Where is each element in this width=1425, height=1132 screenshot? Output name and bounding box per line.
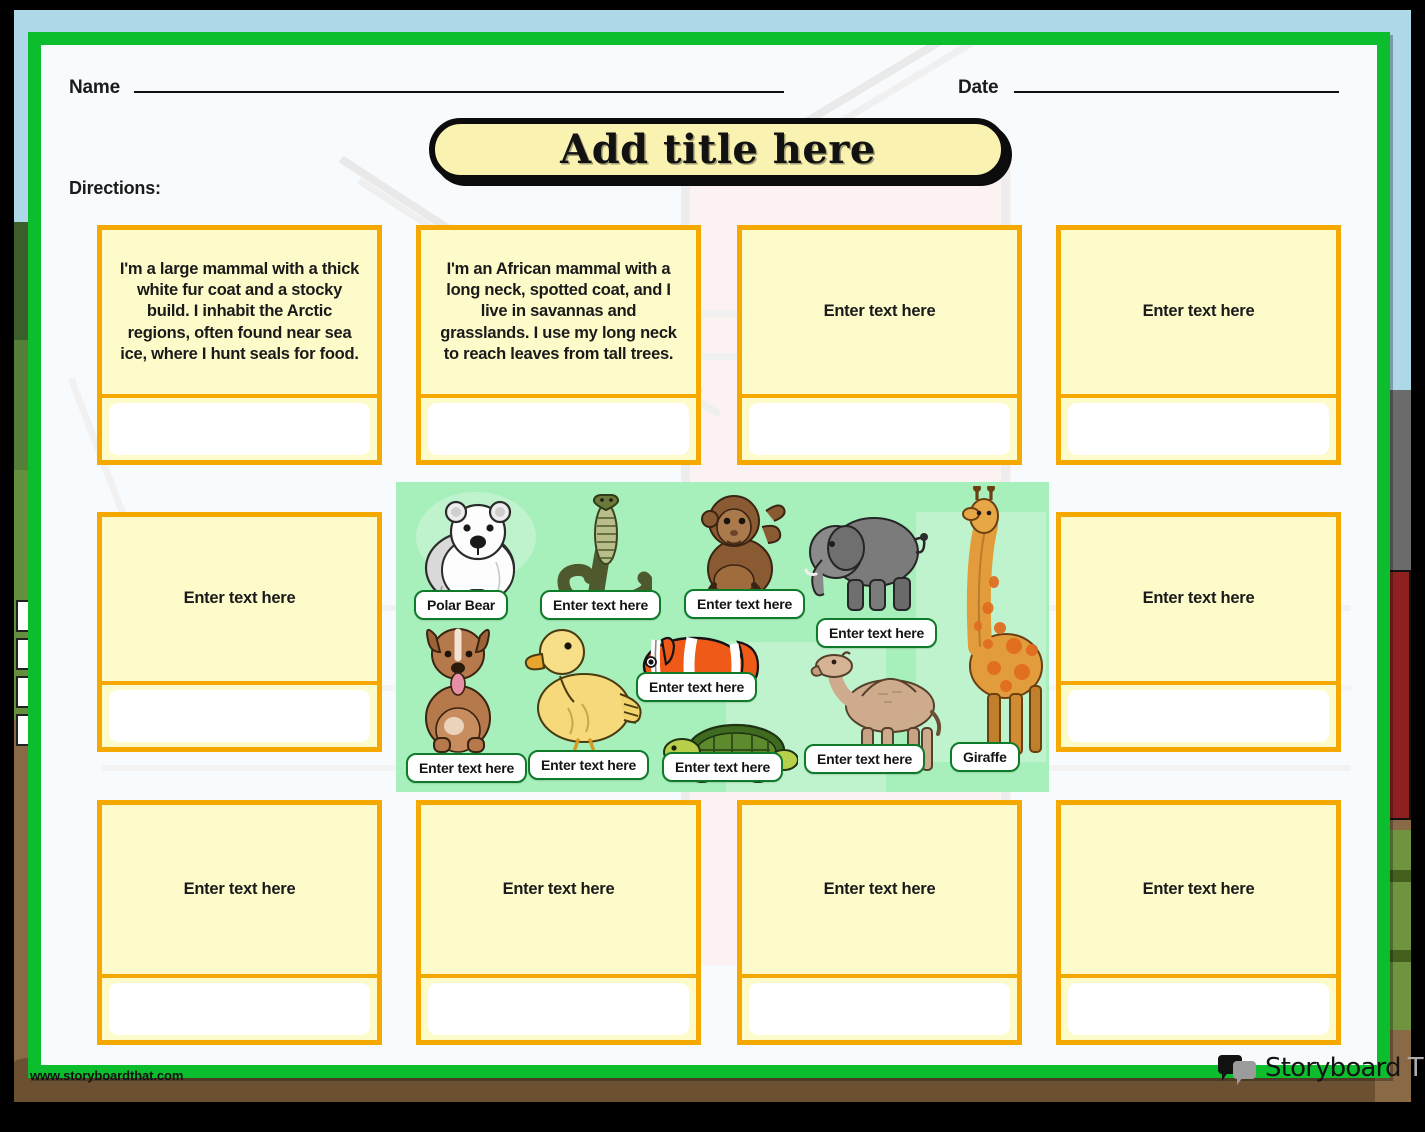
card-7-answer[interactable] bbox=[102, 978, 377, 1040]
card-3-text: Enter text here bbox=[823, 302, 936, 321]
card-2[interactable]: I'm an African mammal with a long neck, … bbox=[416, 225, 701, 465]
name-date-row: Name Date bbox=[41, 73, 1377, 113]
card-5-text: Enter text here bbox=[183, 589, 296, 608]
animal-monkey bbox=[692, 487, 796, 605]
worksheet-frame: Name Date Add title here Directions: I'm… bbox=[28, 32, 1390, 1078]
animal-illustration-panel: Polar Bear Enter text here Enter text he… bbox=[396, 482, 1049, 792]
card-7[interactable]: Enter text here bbox=[97, 800, 382, 1045]
card-10-answer[interactable] bbox=[1061, 978, 1336, 1040]
title-text: Add title here bbox=[560, 126, 876, 173]
card-9-answer[interactable] bbox=[742, 978, 1017, 1040]
card-1-text: I'm a large mammal with a thick white fu… bbox=[119, 260, 360, 363]
animal-elephant bbox=[802, 504, 934, 614]
tag-cobra-snake[interactable]: Enter text here bbox=[540, 590, 662, 620]
card-2-prompt[interactable]: I'm an African mammal with a long neck, … bbox=[421, 230, 696, 398]
card-1-answer[interactable] bbox=[102, 398, 377, 460]
card-9-text: Enter text here bbox=[823, 879, 936, 898]
card-8-prompt[interactable]: Enter text here bbox=[421, 805, 696, 978]
date-label: Date bbox=[958, 77, 999, 98]
tag-giraffe[interactable]: Giraffe bbox=[950, 742, 1020, 772]
card-1[interactable]: I'm a large mammal with a thick white fu… bbox=[97, 225, 382, 465]
site-url: www.storyboardthat.com bbox=[30, 1068, 184, 1083]
card-10-prompt[interactable]: Enter text here bbox=[1061, 805, 1336, 978]
tag-clownfish[interactable]: Enter text here bbox=[636, 672, 758, 702]
animal-giraffe bbox=[944, 486, 1049, 756]
card-4-text: Enter text here bbox=[1142, 302, 1255, 321]
card-3[interactable]: Enter text here bbox=[737, 225, 1022, 465]
storyboardthat-logo: Storyboard That bbox=[1218, 1053, 1425, 1085]
date-field[interactable]: Date bbox=[958, 73, 1340, 99]
tag-duck[interactable]: Enter text here bbox=[528, 750, 650, 780]
worksheet-page: Name Date Add title here Directions: I'm… bbox=[41, 45, 1377, 1065]
card-10-text: Enter text here bbox=[1142, 879, 1255, 898]
card-8-answer[interactable] bbox=[421, 978, 696, 1040]
card-7-text: Enter text here bbox=[183, 879, 296, 898]
card-1-prompt[interactable]: I'm a large mammal with a thick white fu… bbox=[102, 230, 377, 398]
tag-polar-bear[interactable]: Polar Bear bbox=[414, 590, 509, 620]
directions-label: Directions: bbox=[69, 178, 161, 198]
card-9[interactable]: Enter text here bbox=[737, 800, 1022, 1045]
tag-monkey[interactable]: Enter text here bbox=[684, 589, 806, 619]
card-2-text: I'm an African mammal with a long neck, … bbox=[440, 260, 677, 363]
card-4[interactable]: Enter text here bbox=[1056, 225, 1341, 465]
card-3-prompt[interactable]: Enter text here bbox=[742, 230, 1017, 398]
tag-turtle[interactable]: Enter text here bbox=[662, 752, 784, 782]
card-8-text: Enter text here bbox=[502, 879, 615, 898]
card-6-text: Enter text here bbox=[1142, 589, 1255, 608]
tag-camel[interactable]: Enter text here bbox=[804, 744, 926, 774]
card-4-prompt[interactable]: Enter text here bbox=[1061, 230, 1336, 398]
name-label: Name bbox=[69, 77, 120, 98]
animal-dog bbox=[408, 614, 512, 754]
card-6[interactable]: Enter text here bbox=[1056, 512, 1341, 752]
card-5-prompt[interactable]: Enter text here bbox=[102, 517, 377, 685]
card-8[interactable]: Enter text here bbox=[416, 800, 701, 1045]
card-7-prompt[interactable]: Enter text here bbox=[102, 805, 377, 978]
card-4-answer[interactable] bbox=[1061, 398, 1336, 460]
logo-word-that: That bbox=[1407, 1053, 1425, 1083]
card-10[interactable]: Enter text here bbox=[1056, 800, 1341, 1045]
card-9-prompt[interactable]: Enter text here bbox=[742, 805, 1017, 978]
tag-dog[interactable]: Enter text here bbox=[406, 753, 528, 783]
name-field[interactable]: Name bbox=[69, 73, 784, 99]
name-input-line[interactable] bbox=[133, 73, 784, 93]
animal-duck bbox=[520, 622, 646, 754]
card-5[interactable]: Enter text here bbox=[97, 512, 382, 752]
card-3-answer[interactable] bbox=[742, 398, 1017, 460]
logo-word-storyboard: Storyboard bbox=[1265, 1053, 1402, 1083]
card-6-answer[interactable] bbox=[1061, 685, 1336, 747]
card-6-prompt[interactable]: Enter text here bbox=[1061, 517, 1336, 685]
date-input-line[interactable] bbox=[1014, 73, 1340, 93]
title-banner[interactable]: Add title here bbox=[429, 118, 1007, 181]
tag-elephant[interactable]: Enter text here bbox=[816, 618, 938, 648]
card-2-answer[interactable] bbox=[421, 398, 696, 460]
speech-bubbles-icon bbox=[1218, 1053, 1258, 1085]
card-5-answer[interactable] bbox=[102, 685, 377, 747]
